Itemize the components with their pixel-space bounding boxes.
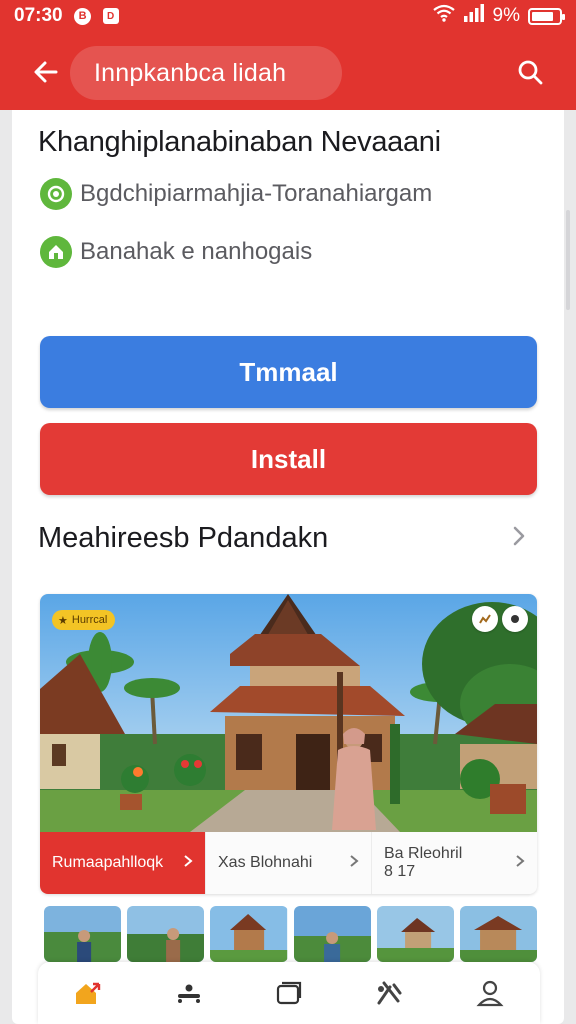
chevron-right-icon	[349, 854, 359, 873]
thumbnail[interactable]	[376, 906, 454, 962]
info-row-location: Banahak e nanhogais	[40, 236, 312, 268]
gallery-tab-2[interactable]: Xas Blohnahi	[205, 832, 371, 894]
gallery-tabs: Rumaapahlloqk Xas Blohnahi Ba Rleohril 8…	[40, 832, 537, 894]
top-app-bar: 07:30 B D 9% Innpkanbca lidah	[0, 0, 576, 110]
thumbnail[interactable]	[127, 906, 205, 962]
gallery-tab-label: Rumaapahlloqk	[52, 854, 164, 871]
install-button[interactable]: Install	[40, 423, 537, 495]
app-bar: Innpkanbca lidah	[0, 42, 576, 104]
target-icon	[40, 178, 72, 210]
notification-b-icon: B	[73, 6, 93, 26]
gallery-tab-1[interactable]: Rumaapahlloqk	[40, 832, 205, 894]
info-row-text: Banahak e nanhogais	[80, 238, 313, 265]
community-icon[interactable]	[159, 968, 219, 1018]
thumbnail[interactable]	[210, 906, 288, 962]
star-icon: ★	[58, 614, 68, 627]
gallery-tab-label: Ba Rleohril 8 17	[384, 845, 462, 881]
featured-badge-text: Hurrcal	[71, 614, 108, 626]
chevron-right-icon	[183, 854, 193, 873]
battery-percent: 9%	[492, 5, 520, 26]
app-title: Khanghiplanabinaban Nevaaani	[38, 126, 441, 158]
thumbnail-strip	[44, 906, 538, 962]
info-row-text: Bgdchipiarmahjia-Toranahiargam	[80, 180, 433, 207]
status-bar: 07:30 B D 9%	[0, 0, 576, 32]
home-badge-icon	[40, 236, 72, 268]
tools-icon[interactable]	[359, 968, 419, 1018]
thumbnail[interactable]	[293, 906, 371, 962]
battery-icon	[528, 7, 565, 25]
profile-icon[interactable]	[460, 968, 520, 1018]
app-bar-title[interactable]: Innpkanbca lidah	[70, 46, 342, 100]
wifi-icon	[432, 4, 455, 28]
gallery-tab-label-sub: 8 17	[384, 863, 416, 880]
gallery-tab-3[interactable]: Ba Rleohril 8 17	[371, 832, 537, 894]
primary-button[interactable]: Tmmaal	[40, 336, 537, 408]
section-header[interactable]: Meahireesb Pdandakn	[38, 522, 528, 555]
tabs-icon[interactable]	[259, 968, 319, 1018]
back-arrow-icon[interactable]	[26, 52, 66, 92]
thumbnail[interactable]	[44, 906, 122, 962]
home-icon[interactable]	[58, 968, 118, 1018]
fullscreen-icon[interactable]	[502, 606, 528, 632]
hero-image[interactable]: ★ Hurrcal	[40, 594, 537, 832]
thumbnail[interactable]	[459, 906, 538, 962]
media-gallery[interactable]: ★ Hurrcal Rumaapahlloqk Xas Blohnahi Ba …	[40, 594, 537, 894]
gallery-tab-label-main: Ba Rleohril	[384, 845, 463, 862]
status-time: 07:30	[14, 5, 63, 26]
section-title: Meahireesb Pdandakn	[38, 522, 329, 554]
media-type-icon[interactable]	[472, 606, 498, 632]
search-icon[interactable]	[510, 52, 550, 92]
info-row-category: Bgdchipiarmahjia-Toranahiargam	[40, 178, 432, 210]
signal-icon	[463, 4, 485, 28]
chevron-right-icon	[515, 854, 525, 873]
chevron-right-icon[interactable]	[510, 525, 528, 552]
scrollbar[interactable]	[566, 210, 570, 310]
notification-d-icon: D	[101, 6, 121, 26]
gallery-tab-label: Xas Blohnahi	[218, 854, 313, 871]
featured-badge: ★ Hurrcal	[52, 610, 116, 630]
bottom-navigation	[38, 962, 540, 1024]
